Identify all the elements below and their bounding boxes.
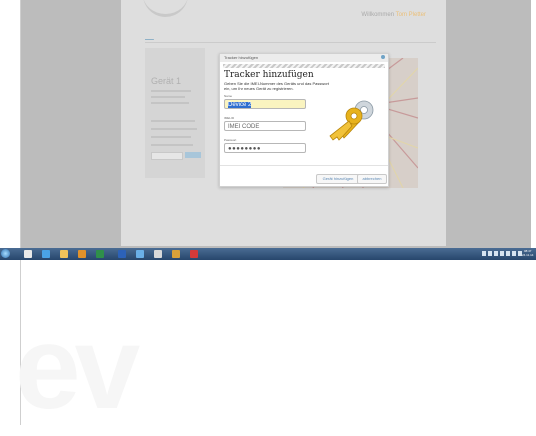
outlook-icon[interactable] — [78, 250, 86, 258]
photos-icon[interactable] — [136, 250, 144, 258]
tray-icon[interactable] — [494, 251, 498, 256]
footer-links[interactable] — [145, 222, 146, 226]
mail-icon[interactable] — [154, 250, 162, 258]
dialog-heading: Tracker hinzufügen — [224, 70, 314, 80]
folder-icon[interactable] — [60, 250, 68, 258]
name-value: Device 2 — [228, 102, 252, 108]
taskbar-clock[interactable]: 08:47 24.11.14 — [522, 249, 533, 257]
blank-area: ev — [15, 260, 531, 434]
nav-item[interactable] — [190, 34, 199, 39]
welcome-prefix: Willkommen — [361, 12, 395, 18]
dialog-titlebar[interactable]: Tracker hinzufügen — [220, 54, 388, 62]
panel-line — [151, 120, 195, 122]
dialog-description: Geben Sie die IMEI-Nummer des Geräts und… — [224, 81, 329, 91]
main-nav — [145, 34, 199, 39]
name-label: Name — [224, 94, 233, 98]
panel-button-active[interactable] — [185, 152, 201, 158]
internet-explorer-icon[interactable] — [42, 250, 50, 258]
nav-item-active[interactable] — [145, 34, 154, 39]
imei-label: IMEI-ID — [224, 116, 235, 120]
panel-line — [151, 128, 197, 130]
imei-input[interactable]: IMEI CODE — [224, 121, 306, 131]
panel-line — [151, 102, 189, 104]
dialog-titlebar-text: Tracker hinzufügen — [224, 55, 259, 60]
tray-icon[interactable] — [488, 251, 492, 256]
device-panel: Gerät 1 — [145, 48, 205, 178]
panel-line — [151, 96, 185, 98]
panel-line — [151, 136, 191, 138]
system-tray[interactable] — [482, 251, 522, 256]
name-input[interactable]: Device 2 — [224, 99, 306, 109]
close-icon[interactable] — [381, 55, 385, 59]
word-icon[interactable] — [118, 250, 126, 258]
windows-taskbar: 08:47 24.11.14 — [0, 248, 536, 260]
password-input[interactable]: ●●●●●●●● — [224, 143, 306, 153]
dialog-footer-divider — [220, 165, 388, 166]
cancel-button[interactable]: abbrechen — [357, 174, 387, 184]
pdf-icon[interactable] — [190, 250, 198, 258]
tray-icon[interactable] — [506, 251, 510, 256]
add-device-button[interactable]: Gerät hinzufügen — [316, 174, 360, 184]
windows-explorer-icon[interactable] — [24, 250, 32, 258]
tray-icon[interactable] — [482, 251, 486, 256]
dialog-stripes — [223, 64, 385, 68]
right-margin — [531, 0, 536, 425]
logo-swoosh — [143, 0, 188, 17]
welcome-message: Willkommen Tom Pletter — [361, 12, 426, 18]
keys-icon — [329, 100, 374, 141]
tray-icon[interactable] — [512, 251, 516, 256]
watermark-letters: ev — [15, 302, 140, 434]
welcome-user[interactable]: Tom Pletter — [396, 12, 426, 18]
clock-date: 24.11.14 — [522, 253, 534, 257]
nav-item[interactable] — [177, 34, 183, 39]
panel-line — [151, 144, 193, 146]
start-button[interactable] — [1, 249, 10, 258]
nav-item[interactable] — [162, 34, 169, 39]
tray-icon[interactable] — [500, 251, 504, 256]
add-tracker-dialog: Tracker hinzufügen Tracker hinzufügen Ge… — [219, 53, 389, 187]
panel-line — [151, 90, 191, 92]
device-title: Gerät 1 — [151, 76, 182, 86]
password-label: Passwort — [224, 138, 237, 142]
panel-button[interactable] — [151, 152, 183, 160]
browser-viewport: Willkommen Tom Pletter Gerät 1 Tracker h… — [21, 0, 531, 248]
chrome-icon[interactable] — [172, 250, 180, 258]
header-divider — [145, 42, 436, 43]
excel-icon[interactable] — [96, 250, 104, 258]
